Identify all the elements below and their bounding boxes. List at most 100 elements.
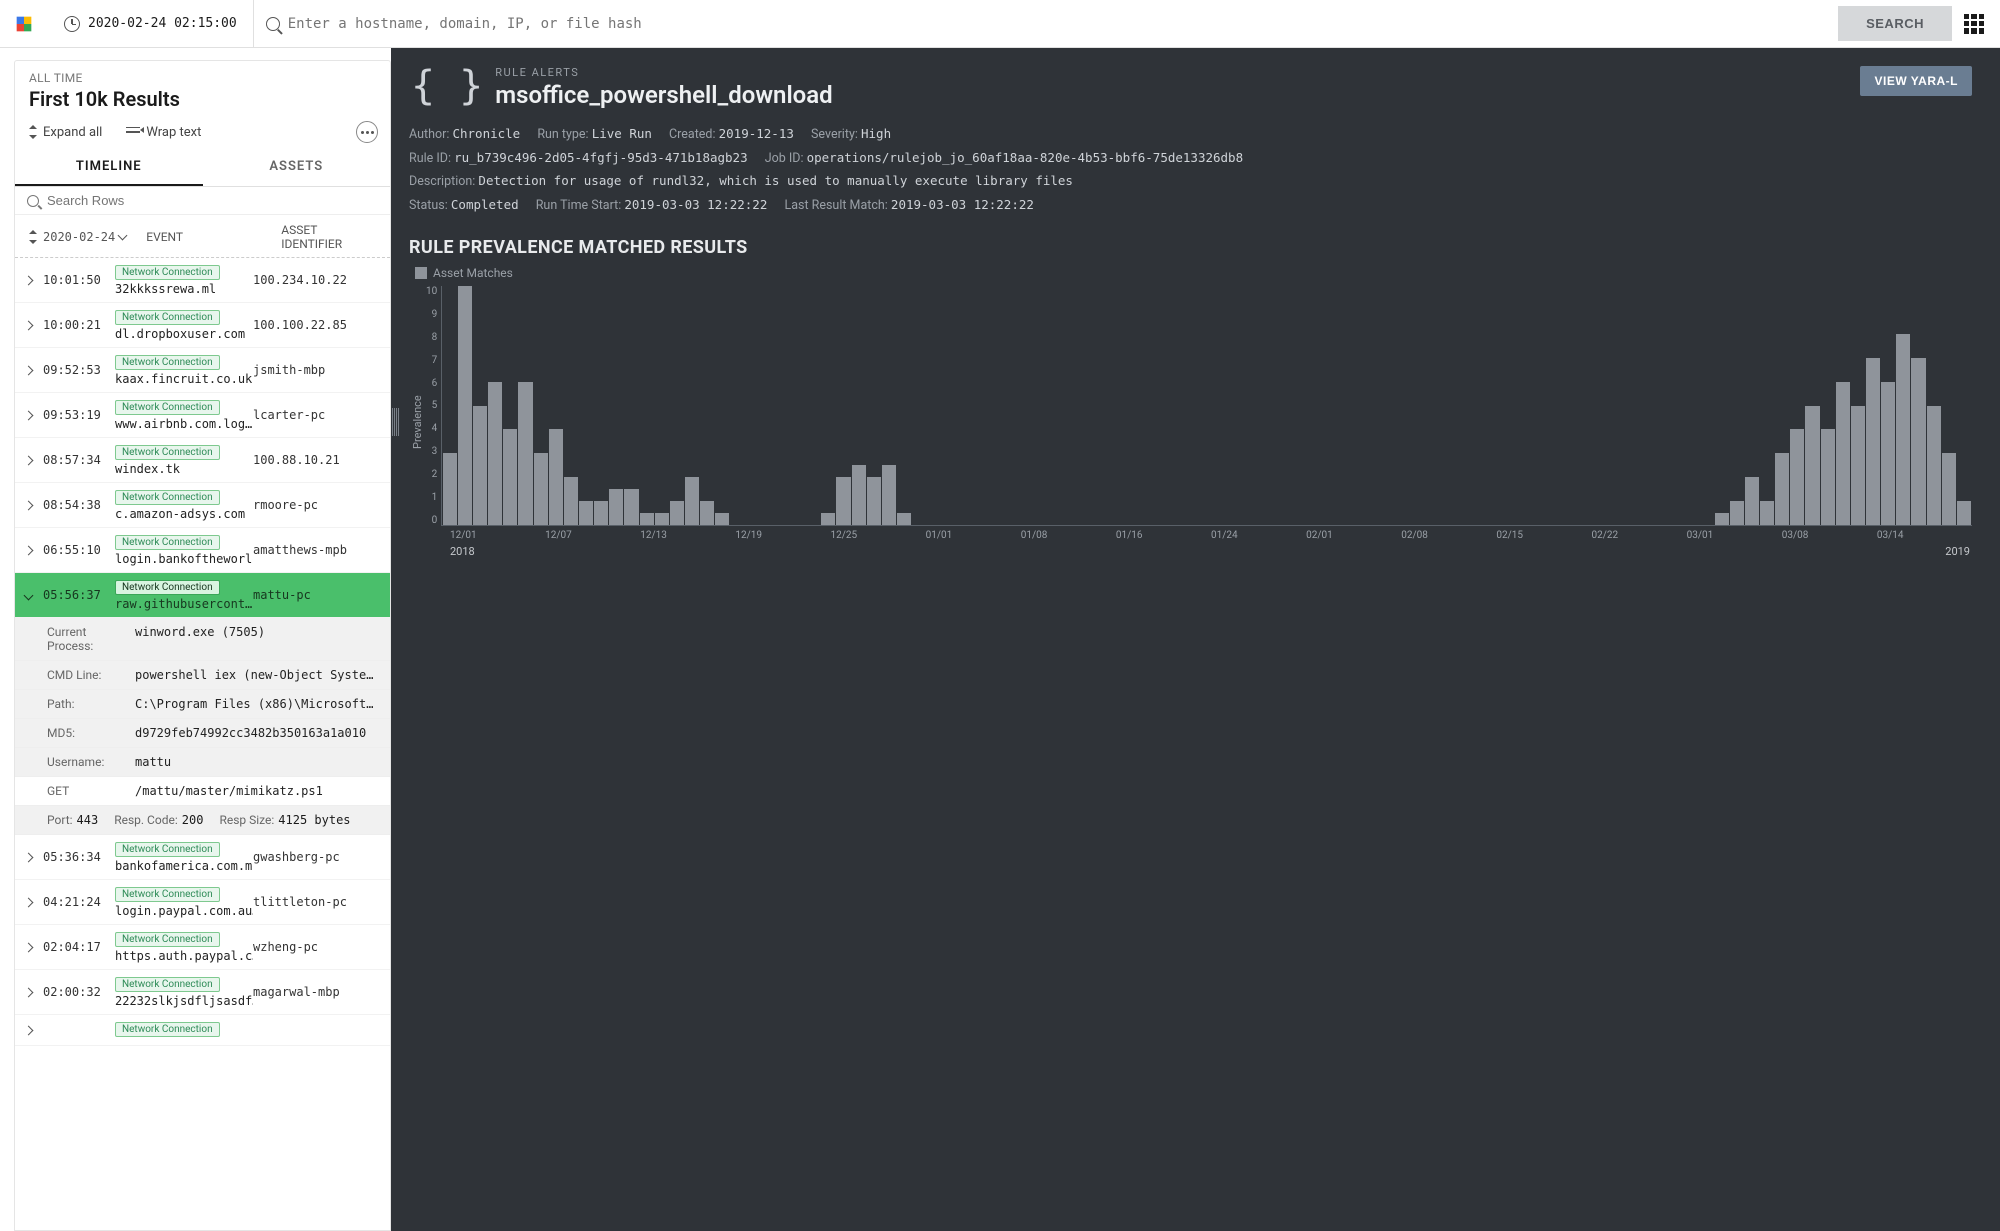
chart-bar bbox=[1790, 429, 1804, 525]
event-tag: Network Connection bbox=[115, 265, 220, 280]
chevron-right-icon bbox=[25, 408, 37, 422]
asset-identifier: mattu-pc bbox=[253, 588, 380, 602]
wrap-icon bbox=[126, 127, 140, 137]
chart-bar bbox=[836, 477, 850, 525]
apps-menu-icon[interactable] bbox=[1964, 14, 1984, 34]
chevron-down-icon bbox=[25, 588, 37, 602]
prevalence-chart: Prevalence 109876543210 12/0112/0712/131… bbox=[409, 286, 1972, 558]
event-tag: Network Connection bbox=[115, 977, 220, 992]
column-date[interactable]: 2020-02-24 bbox=[43, 230, 126, 244]
expand-icon bbox=[27, 125, 37, 139]
timeline-row[interactable]: 06:55:10Network Connectionlogin.bankofth… bbox=[15, 528, 390, 573]
timeline-row[interactable]: 02:04:17Network Connectionhttps.auth.pay… bbox=[15, 925, 390, 970]
row-timestamp: 09:53:19 bbox=[43, 408, 115, 422]
event-tag: Network Connection bbox=[115, 887, 220, 902]
event-domain: bankofamerica.com.ml bbox=[115, 859, 253, 873]
event-domain: c.amazon-adsys.com bbox=[115, 507, 245, 521]
year-end: 2019 bbox=[1945, 545, 1970, 558]
chevron-right-icon bbox=[25, 940, 37, 954]
app-logo[interactable] bbox=[0, 13, 48, 35]
chart-bar bbox=[685, 477, 699, 525]
time-selector[interactable]: 2020-02-24 02:15:00 bbox=[48, 0, 254, 47]
panel-resize-handle[interactable] bbox=[391, 408, 399, 436]
row-detail: Current Process:winword.exe (7505)CMD Li… bbox=[15, 618, 390, 835]
timeline-row[interactable]: 08:57:34Network Connectionwindex.tk100.8… bbox=[15, 438, 390, 483]
tab-timeline[interactable]: TIMELINE bbox=[15, 149, 203, 186]
timeline-row[interactable]: 08:54:38Network Connectionc.amazon-adsys… bbox=[15, 483, 390, 528]
chart-bar bbox=[852, 465, 866, 525]
chevron-right-icon bbox=[25, 498, 37, 512]
chevron-right-icon bbox=[25, 318, 37, 332]
timeline-row[interactable]: 04:21:24Network Connectionlogin.paypal.c… bbox=[15, 880, 390, 925]
expand-icon[interactable] bbox=[27, 230, 37, 244]
asset-identifier: amatthews-mpb bbox=[253, 543, 380, 557]
chart-bar bbox=[1730, 501, 1744, 525]
chart-bar bbox=[594, 501, 608, 525]
asset-identifier: jsmith-mbp bbox=[253, 363, 380, 377]
global-search-input[interactable] bbox=[288, 16, 1826, 32]
event-domain: 32kkkssrewa.ml bbox=[115, 282, 216, 296]
timeline-row[interactable]: 02:00:32Network Connection22232slkjsdflj… bbox=[15, 970, 390, 1015]
event-domain: login.bankoftheworld… bbox=[115, 552, 253, 566]
more-options-button[interactable] bbox=[356, 121, 378, 143]
event-tag: Network Connection bbox=[115, 1022, 220, 1037]
event-domain: raw.githubusercont… bbox=[115, 597, 252, 611]
scope-label: ALL TIME bbox=[29, 71, 376, 85]
chart-bar bbox=[1760, 501, 1774, 525]
chevron-right-icon bbox=[25, 850, 37, 864]
row-timestamp: 10:01:50 bbox=[43, 273, 115, 287]
chart-bar bbox=[579, 501, 593, 525]
chart-bar bbox=[443, 453, 457, 525]
timeline-row[interactable]: 05:56:37Network Connection raw.githubuser… bbox=[15, 573, 390, 618]
chart-bar bbox=[1911, 358, 1925, 525]
event-tag: Network Connection bbox=[115, 535, 220, 550]
asset-identifier: wzheng-pc bbox=[253, 940, 380, 954]
wrap-text-button[interactable]: Wrap text bbox=[126, 125, 201, 140]
chart-bar bbox=[1881, 382, 1895, 525]
timeline-row[interactable]: 10:00:21Network Connectiondl.dropboxuser… bbox=[15, 303, 390, 348]
chart-bar bbox=[534, 453, 548, 525]
event-tag: Network Connection bbox=[115, 400, 220, 415]
view-yara-button[interactable]: VIEW YARA-L bbox=[1860, 66, 1972, 96]
chart-bar bbox=[1942, 453, 1956, 525]
row-timestamp: 05:36:34 bbox=[43, 850, 115, 864]
breadcrumb: RULE ALERTS bbox=[495, 66, 832, 79]
chart-bar bbox=[1866, 358, 1880, 525]
timeline-row[interactable]: 10:01:50Network Connection 32kkkssrewa.ml… bbox=[15, 258, 390, 303]
event-domain: https.auth.paypal.c… bbox=[115, 949, 253, 963]
download-icon bbox=[118, 230, 128, 240]
row-timestamp: 05:56:37 bbox=[43, 588, 115, 602]
event-tag: Network Connection bbox=[115, 580, 220, 595]
chart-bar bbox=[640, 513, 654, 525]
timeline-row[interactable]: 09:53:19Network Connectionwww.airbnb.com… bbox=[15, 393, 390, 438]
tab-assets[interactable]: ASSETS bbox=[203, 149, 391, 186]
chart-bar bbox=[867, 477, 881, 525]
search-button[interactable]: SEARCH bbox=[1838, 6, 1952, 41]
chevron-right-icon bbox=[25, 363, 37, 377]
event-tag: Network Connection bbox=[115, 310, 220, 325]
column-event[interactable]: EVENT bbox=[146, 230, 281, 244]
timeline-row[interactable]: Network Connection bbox=[15, 1015, 390, 1046]
column-asset-id[interactable]: ASSET IDENTIFIER bbox=[281, 223, 378, 251]
timeline-row[interactable]: 09:52:53Network Connectionkaax.fincruit.… bbox=[15, 348, 390, 393]
chevron-right-icon bbox=[25, 543, 37, 557]
rule-name: msoffice_powershell_download bbox=[495, 81, 832, 109]
expand-all-button[interactable]: Expand all bbox=[27, 125, 102, 140]
search-rows-input[interactable] bbox=[47, 193, 378, 208]
timeline-row[interactable]: 05:36:34Network Connectionbankofamerica.… bbox=[15, 835, 390, 880]
row-timestamp: 08:57:34 bbox=[43, 453, 115, 467]
event-tag: Network Connection bbox=[115, 355, 220, 370]
chart-bar bbox=[1851, 406, 1865, 526]
event-domain: windex.tk bbox=[115, 462, 180, 476]
current-timestamp: 2020-02-24 02:15:00 bbox=[88, 16, 237, 31]
chart-bar bbox=[1896, 334, 1910, 525]
chart-bar bbox=[1836, 382, 1850, 525]
detail-panel: { } RULE ALERTS msoffice_powershell_down… bbox=[391, 48, 2000, 1231]
search-icon bbox=[266, 17, 280, 31]
event-domain: 22232slkjsdfljsasdf… bbox=[115, 994, 253, 1008]
chart-bar bbox=[458, 286, 472, 525]
chart-bar bbox=[897, 513, 911, 525]
asset-identifier: 100.234.10.22 bbox=[253, 273, 380, 287]
search-icon bbox=[27, 195, 39, 207]
year-start: 2018 bbox=[450, 545, 475, 558]
